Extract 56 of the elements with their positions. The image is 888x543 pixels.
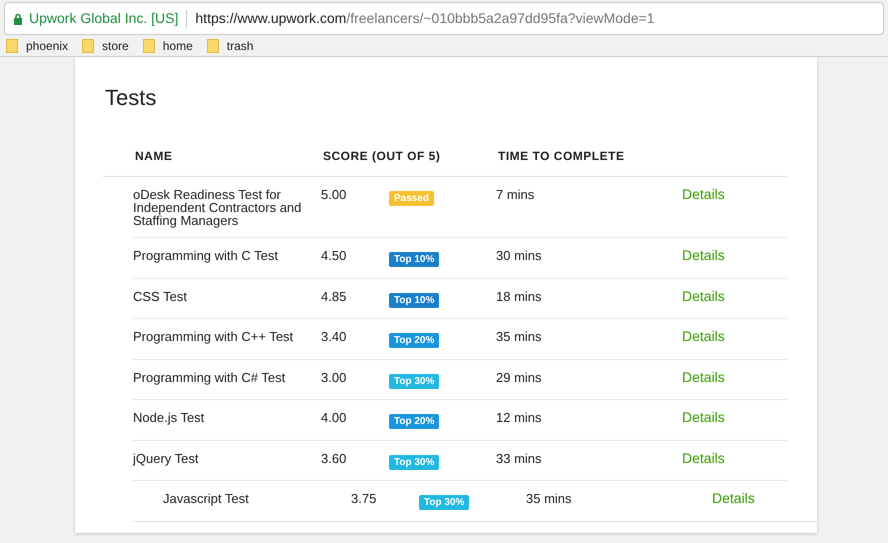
column-header: SCORE (OUT OF 5) bbox=[323, 148, 442, 165]
bookmark[interactable]: trash bbox=[206, 36, 254, 54]
details-link[interactable]: Details bbox=[682, 329, 725, 348]
rank-badge: Top 30% bbox=[389, 454, 440, 470]
rank-badge: Top 30% bbox=[389, 374, 440, 388]
url-text: https://www.upwork.com/freelancers/~010bbb5a2a97dd95fa?viewMode=1 bbox=[195, 9, 655, 28]
time-value: 35 mins bbox=[526, 491, 573, 508]
details-link[interactable]: Details bbox=[712, 491, 755, 510]
folder-icon bbox=[82, 38, 94, 52]
bookmark[interactable]: phoenix bbox=[6, 36, 68, 54]
score-value: 4.00 bbox=[321, 410, 348, 427]
folder-icon bbox=[206, 38, 219, 52]
rank-badge: Top 20% bbox=[389, 333, 440, 348]
details-link[interactable]: Details bbox=[682, 248, 725, 268]
column-header: NAME bbox=[135, 148, 174, 165]
test-name: Programming with C# Test bbox=[133, 370, 286, 387]
bookmark[interactable]: store bbox=[82, 36, 129, 54]
time-value: 7 mins bbox=[496, 187, 536, 204]
time-value: 30 mins bbox=[496, 248, 543, 265]
rank-badge: Top 20% bbox=[389, 414, 440, 429]
score-value: 3.75 bbox=[351, 491, 378, 508]
rank-badge: Passed bbox=[389, 191, 434, 206]
address-bar[interactable]: Upwork Global Inc. [US] https://www.upwork.com/freelancers/~010bbb5a2a97dd95fa?viewMode=1 bbox=[4, 2, 884, 35]
score-value: 5.00 bbox=[321, 187, 348, 204]
test-name: oDesk Readiness Test for Independent Contractors and Staffing Managers bbox=[133, 187, 302, 227]
test-name: CSS Test bbox=[133, 288, 188, 306]
details-link[interactable]: Details bbox=[682, 288, 725, 308]
test-name: Javascript Test bbox=[163, 491, 250, 508]
time-value: 12 mins bbox=[496, 410, 543, 427]
score-value: 3.40 bbox=[321, 329, 348, 346]
score-value: 3.00 bbox=[321, 370, 348, 386]
lock-icon bbox=[13, 12, 23, 24]
rank-badge: Top 30% bbox=[419, 495, 470, 510]
section-title: Tests bbox=[105, 84, 158, 112]
details-link[interactable]: Details bbox=[682, 370, 725, 389]
score-value: 4.85 bbox=[321, 288, 348, 306]
details-link[interactable]: Details bbox=[682, 187, 725, 227]
details-link[interactable]: Details bbox=[682, 410, 725, 430]
time-value: 33 mins bbox=[496, 450, 543, 468]
folder-icon bbox=[142, 38, 155, 52]
test-name: Programming with C++ Test bbox=[133, 329, 294, 346]
score-value: 3.60 bbox=[321, 450, 348, 468]
time-value: 35 mins bbox=[496, 329, 543, 346]
score-value: 4.50 bbox=[321, 248, 348, 265]
column-header: TIME TO COMPLETE bbox=[498, 148, 624, 165]
time-value: 18 mins bbox=[496, 288, 543, 306]
rank-badge: Top 10% bbox=[389, 252, 440, 267]
rank-badge: Top 10% bbox=[389, 292, 440, 308]
details-link[interactable]: Details bbox=[682, 450, 725, 470]
test-name: jQuery Test bbox=[133, 450, 200, 468]
test-name: Programming with C Test bbox=[133, 248, 279, 265]
site-identity: Upwork Global Inc. [US] bbox=[29, 9, 178, 28]
time-value: 29 mins bbox=[496, 370, 543, 386]
test-name: Node.js Test bbox=[133, 410, 206, 427]
folder-icon bbox=[6, 38, 18, 52]
bookmark[interactable]: home bbox=[142, 36, 193, 54]
